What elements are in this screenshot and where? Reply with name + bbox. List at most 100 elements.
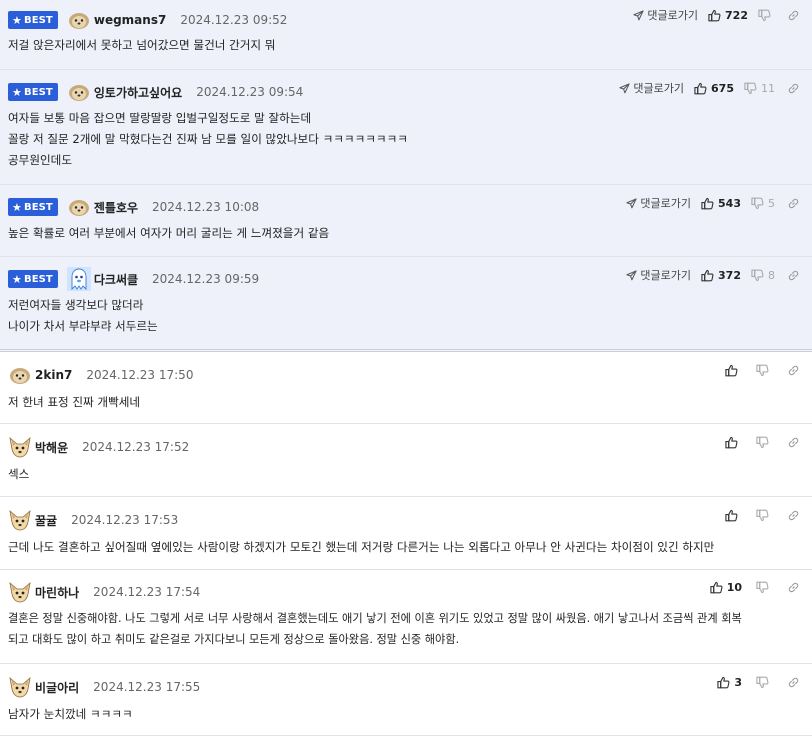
comment-date: 2024.12.23 10:08: [152, 200, 260, 214]
comment-body: 근데 나도 결혼하고 싶어질때 옆에있는 사람이랑 하겠지가 모토긴 했는데 저…: [8, 540, 715, 554]
best-badge: ★ BEST: [8, 11, 58, 29]
link-icon: [787, 436, 800, 449]
comment-date: 2024.12.23 09:52: [180, 13, 288, 27]
chihuahua-avatar[interactable]: [8, 675, 32, 699]
link-icon: [787, 269, 800, 282]
link-button[interactable]: [787, 581, 800, 594]
thumbs-down-icon: [744, 82, 757, 95]
like-button[interactable]: [725, 364, 742, 377]
chihuahua-avatar[interactable]: [8, 435, 32, 459]
dislike-button[interactable]: [756, 364, 773, 377]
thumbs-up-icon: [708, 9, 721, 22]
puppy-avatar[interactable]: [8, 363, 32, 387]
ghost-avatar[interactable]: [67, 267, 91, 291]
paper-plane-icon: [619, 83, 630, 94]
best-badge: ★ BEST: [8, 270, 58, 288]
link-button[interactable]: [787, 676, 800, 689]
comment-date: 2024.12.23 09:59: [152, 272, 260, 286]
like-button[interactable]: [725, 436, 742, 449]
paper-plane-icon: [626, 198, 637, 209]
comment: 2kin7 2024.12.23 17:50 저 한녀 표정 진짜 개빡세네: [0, 352, 812, 424]
nickname[interactable]: 꿀귤: [35, 512, 57, 529]
thumbs-up-icon: [694, 82, 707, 95]
link-button[interactable]: [787, 9, 800, 22]
like-count: 10: [726, 581, 742, 594]
like-button[interactable]: 722: [708, 9, 748, 22]
dislike-button[interactable]: 5: [751, 197, 775, 210]
nickname[interactable]: 박해윤: [35, 439, 68, 456]
link-button[interactable]: [787, 82, 800, 95]
thumbs-down-icon: [751, 197, 764, 210]
link-icon: [787, 197, 800, 210]
nickname[interactable]: wegmans7: [94, 13, 166, 27]
link-icon: [787, 9, 800, 22]
comment: 비글아리 2024.12.23 17:55 남자가 눈치깠네 ㅋㅋㅋㅋ 3: [0, 664, 812, 736]
like-button[interactable]: 675: [694, 82, 734, 95]
like-button[interactable]: [725, 509, 742, 522]
nickname[interactable]: 비글아리: [35, 679, 79, 696]
puppy-avatar[interactable]: [67, 195, 91, 219]
link-icon: [787, 581, 800, 594]
puppy-avatar[interactable]: [67, 8, 91, 32]
star-icon: ★: [12, 85, 22, 99]
paper-plane-icon: [633, 10, 644, 21]
like-button[interactable]: 543: [701, 197, 741, 210]
comment-body: 결혼은 정말 신중해야함. 나도 그렇게 서로 너무 사랑해서 결혼했는데도 애…: [8, 612, 742, 646]
dislike-button[interactable]: [756, 436, 773, 449]
thumbs-down-icon: [756, 676, 769, 689]
dislike-button[interactable]: [756, 676, 773, 689]
link-button[interactable]: [787, 269, 800, 282]
dislike-count: 8: [768, 268, 775, 282]
reply-button[interactable]: 댓글로가기: [619, 80, 684, 96]
nickname[interactable]: 2kin7: [35, 368, 72, 382]
link-button[interactable]: [787, 509, 800, 522]
like-count: 3: [734, 676, 742, 689]
nickname[interactable]: 잉토가하고싶어요: [94, 84, 182, 101]
reply-button[interactable]: 댓글로가기: [633, 7, 698, 23]
best-badge: ★ BEST: [8, 198, 58, 216]
thumbs-down-icon: [751, 269, 764, 282]
link-icon: [787, 676, 800, 689]
star-icon: ★: [12, 200, 22, 214]
like-count: 722: [725, 8, 748, 22]
comment-body: 저걸 앉은자리에서 못하고 넘어갔으면 물건너 간거지 뭐: [8, 38, 276, 52]
nickname[interactable]: 마린하나: [35, 584, 79, 601]
comment-body: 여자들 보통 마음 잡으면 딸랑딸랑 입벌구일정도로 말 잘하는데 꼴랑 저 질…: [8, 111, 408, 167]
dislike-button[interactable]: [756, 581, 773, 594]
best-comment: ★ BEST wegmans7 2024.12.23 09:52 저걸 앉은자리에…: [0, 0, 812, 70]
link-button[interactable]: [787, 436, 800, 449]
star-icon: ★: [12, 13, 22, 27]
comment: 꿀귤 2024.12.23 17:53 근데 나도 결혼하고 싶어질때 옆에있는…: [0, 497, 812, 570]
like-button[interactable]: 10: [710, 581, 742, 594]
link-icon: [787, 82, 800, 95]
link-button[interactable]: [787, 364, 800, 377]
comment-date: 2024.12.23 17:50: [86, 368, 194, 382]
puppy-avatar[interactable]: [67, 80, 91, 104]
comment: 마린하나 2024.12.23 17:54 결혼은 정말 신중해야함. 나도 그…: [0, 570, 812, 664]
thumbs-down-icon: [756, 509, 769, 522]
link-button[interactable]: [787, 197, 800, 210]
thumbs-down-icon: [756, 364, 769, 377]
reply-button[interactable]: 댓글로가기: [626, 195, 691, 211]
dislike-count: 5: [768, 196, 775, 210]
thumbs-up-icon: [701, 269, 714, 282]
nickname[interactable]: 다크써클: [94, 271, 138, 288]
nickname[interactable]: 젠틀호우: [94, 199, 138, 216]
chihuahua-avatar[interactable]: [8, 580, 32, 604]
dislike-button[interactable]: 8: [751, 269, 775, 282]
comment-body: 섹스: [8, 467, 30, 481]
paper-plane-icon: [626, 270, 637, 281]
chihuahua-avatar[interactable]: [8, 508, 32, 532]
thumbs-down-icon: [756, 436, 769, 449]
like-count: 675: [711, 81, 734, 95]
best-badge: ★ BEST: [8, 83, 58, 101]
thumbs-up-icon: [701, 197, 714, 210]
dislike-button[interactable]: [756, 509, 773, 522]
comment-body: 저런여자들 생각보다 많더라 나이가 차서 부랴부랴 서두르는: [8, 298, 158, 333]
dislike-button[interactable]: [758, 9, 775, 22]
like-button[interactable]: 372: [701, 269, 741, 282]
like-button[interactable]: 3: [717, 676, 742, 689]
link-icon: [787, 364, 800, 377]
reply-button[interactable]: 댓글로가기: [626, 267, 691, 283]
dislike-button[interactable]: 11: [744, 82, 775, 95]
